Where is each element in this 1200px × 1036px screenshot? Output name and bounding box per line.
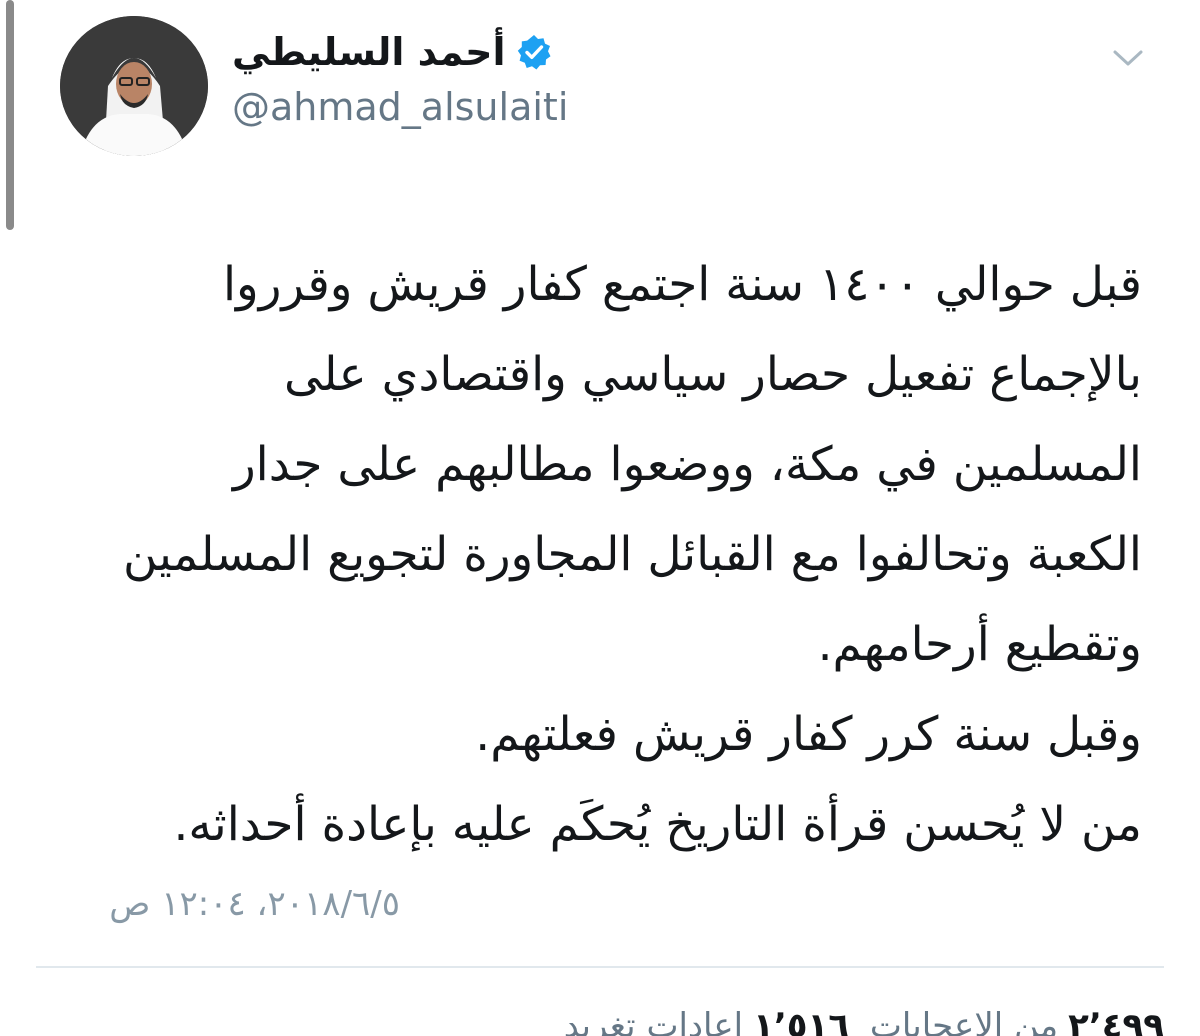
tweet-header: أحمد السليطي @ahmad_alsulaiti [232, 24, 568, 130]
avatar[interactable] [60, 16, 208, 156]
name-row: أحمد السليطي [232, 24, 568, 80]
retweets-label[interactable]: إعادات تغريد [564, 1006, 743, 1036]
tweet-line: بالإجماع تفعيل حصار سياسي واقتصادي على [283, 347, 1142, 402]
tweet-stats: ٢٬٤٩٩ من الإعجابات ١٬٥١٦ إعادات تغريد [554, 1006, 1164, 1036]
tweet-timestamp[interactable]: ٢٠١٨/٦/٥، ١٢:٠٤ ص [109, 884, 400, 924]
likes-label[interactable]: من الإعجابات [870, 1006, 1058, 1036]
verified-badge-icon [516, 34, 552, 70]
tweet-line: وتقطيع أرحامهم. [817, 617, 1142, 672]
tweet-line: من لا يُحسن قرأة التاريخ يُحكَم عليه بإع… [173, 797, 1142, 852]
likes-count[interactable]: ٢٬٤٩٩ [1068, 1006, 1164, 1036]
chevron-down-icon[interactable] [1112, 46, 1144, 70]
retweets-count[interactable]: ١٬٥١٦ [753, 1006, 849, 1036]
scroll-indicator[interactable] [6, 0, 14, 230]
user-handle[interactable]: @ahmad_alsulaiti [232, 84, 568, 130]
divider [36, 966, 1164, 968]
tweet-line: قبل حوالي ١٤٠٠ سنة اجتمع كفار قريش وقررو… [222, 257, 1142, 312]
tweet-line: الكعبة وتحالفوا مع القبائل المجاورة لتجو… [122, 527, 1142, 582]
tweet-text: قبل حوالي ١٤٠٠ سنة اجتمع كفار قريش وقررو… [58, 240, 1142, 870]
tweet-line: وقبل سنة كرر كفار قريش فعلتهم. [475, 707, 1142, 762]
display-name[interactable]: أحمد السليطي [232, 24, 506, 80]
tweet-line: المسلمين في مكة، ووضعوا مطالبهم على جدار [232, 437, 1142, 492]
